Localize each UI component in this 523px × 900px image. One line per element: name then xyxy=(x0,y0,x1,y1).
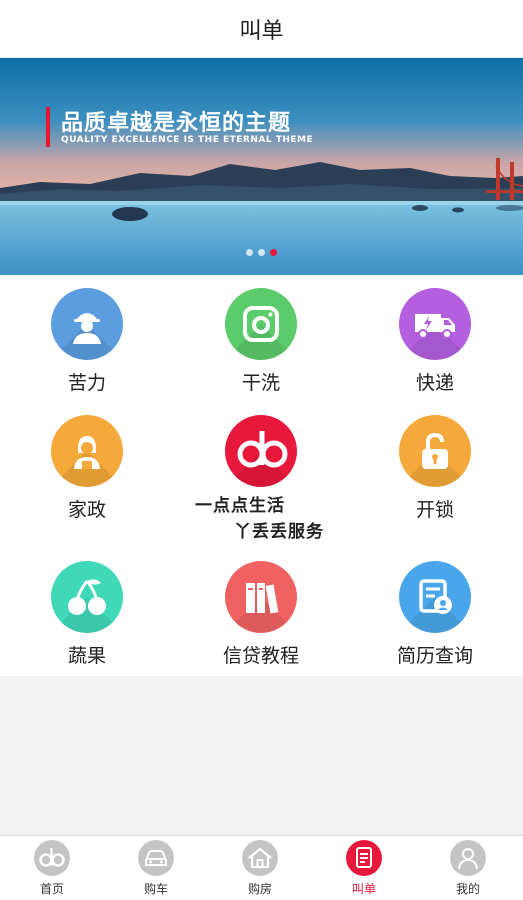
page-title: 叫单 xyxy=(239,18,284,44)
banner-subline: QUALITY EXCELLENCE IS THE ETERNAL THEME xyxy=(61,135,314,145)
worker-icon xyxy=(51,288,123,360)
brand-slogan-line1: 一点点生活 xyxy=(195,496,285,516)
banner-headline: 品质卓越是永恒的主题 xyxy=(61,111,292,136)
do-logo-icon xyxy=(225,415,297,487)
service-item-kuli[interactable]: 苦力 xyxy=(0,275,174,395)
resume-icon xyxy=(399,561,471,633)
tab-label: 购车 xyxy=(143,882,168,896)
tab-label: 首页 xyxy=(39,882,64,896)
do-logo-icon xyxy=(34,840,70,876)
tab-mine[interactable]: 我的 xyxy=(416,836,520,900)
service-item-ganxi[interactable]: 干洗 xyxy=(174,275,348,395)
service-label: 干洗 xyxy=(241,372,280,394)
banner-accent-bar xyxy=(46,107,50,147)
bottom-tab-bar: 首页 购车 购房 叫单 我的 xyxy=(0,835,523,900)
banner-image xyxy=(0,58,523,275)
app-screen: 叫单 品质卓越是永恒的主题 QUALITY EXCELLENCE IS THE … xyxy=(0,0,523,900)
service-item-kuaidi[interactable]: 快递 xyxy=(348,275,522,395)
tab-buy-house[interactable]: 购房 xyxy=(208,836,312,900)
tab-home[interactable]: 首页 xyxy=(0,836,104,900)
service-label: 开锁 xyxy=(415,499,454,521)
carousel-dot[interactable] xyxy=(258,249,265,256)
top-header: 叫单 xyxy=(0,0,523,58)
housekeeper-icon xyxy=(51,415,123,487)
service-item-jiazheng[interactable]: 家政 xyxy=(0,402,174,522)
unlock-icon xyxy=(399,415,471,487)
brand-slogan-line2: 丫丢丢服务 xyxy=(234,522,324,542)
service-item-shuguo[interactable]: 蔬果 xyxy=(0,548,174,668)
car-icon xyxy=(138,840,174,876)
service-label: 蔬果 xyxy=(67,645,106,667)
service-item-kaisuo[interactable]: 开锁 xyxy=(348,402,522,522)
service-label: 苦力 xyxy=(67,372,106,394)
service-label: 快递 xyxy=(415,372,454,394)
banner-carousel[interactable]: 品质卓越是永恒的主题 QUALITY EXCELLENCE IS THE ETE… xyxy=(0,58,523,275)
service-label: 信贷教程 xyxy=(222,645,299,667)
tab-buy-car[interactable]: 购车 xyxy=(104,836,208,900)
tab-label: 我的 xyxy=(455,882,480,896)
carousel-dot[interactable] xyxy=(246,249,253,256)
delivery-truck-icon xyxy=(399,288,471,360)
tab-label: 购房 xyxy=(247,882,272,896)
camera-icon xyxy=(225,288,297,360)
house-icon xyxy=(242,840,278,876)
order-list-icon xyxy=(346,840,382,876)
carousel-indicator xyxy=(0,248,523,258)
user-icon xyxy=(450,840,486,876)
tab-label: 叫单 xyxy=(351,882,376,896)
service-grid: 苦力 干洗 快递 家政 一点点生活 丫丢丢服务 开锁 蔬果 信贷教程 简历查询 xyxy=(0,275,523,676)
carousel-dot-active[interactable] xyxy=(270,249,277,256)
books-icon xyxy=(225,561,297,633)
service-item-jianli[interactable]: 简历查询 xyxy=(348,548,522,668)
cherry-icon xyxy=(51,561,123,633)
tab-order[interactable]: 叫单 xyxy=(312,836,416,900)
service-label: 简历查询 xyxy=(396,645,473,667)
service-item-xindai[interactable]: 信贷教程 xyxy=(174,548,348,668)
service-label: 家政 xyxy=(67,499,106,521)
